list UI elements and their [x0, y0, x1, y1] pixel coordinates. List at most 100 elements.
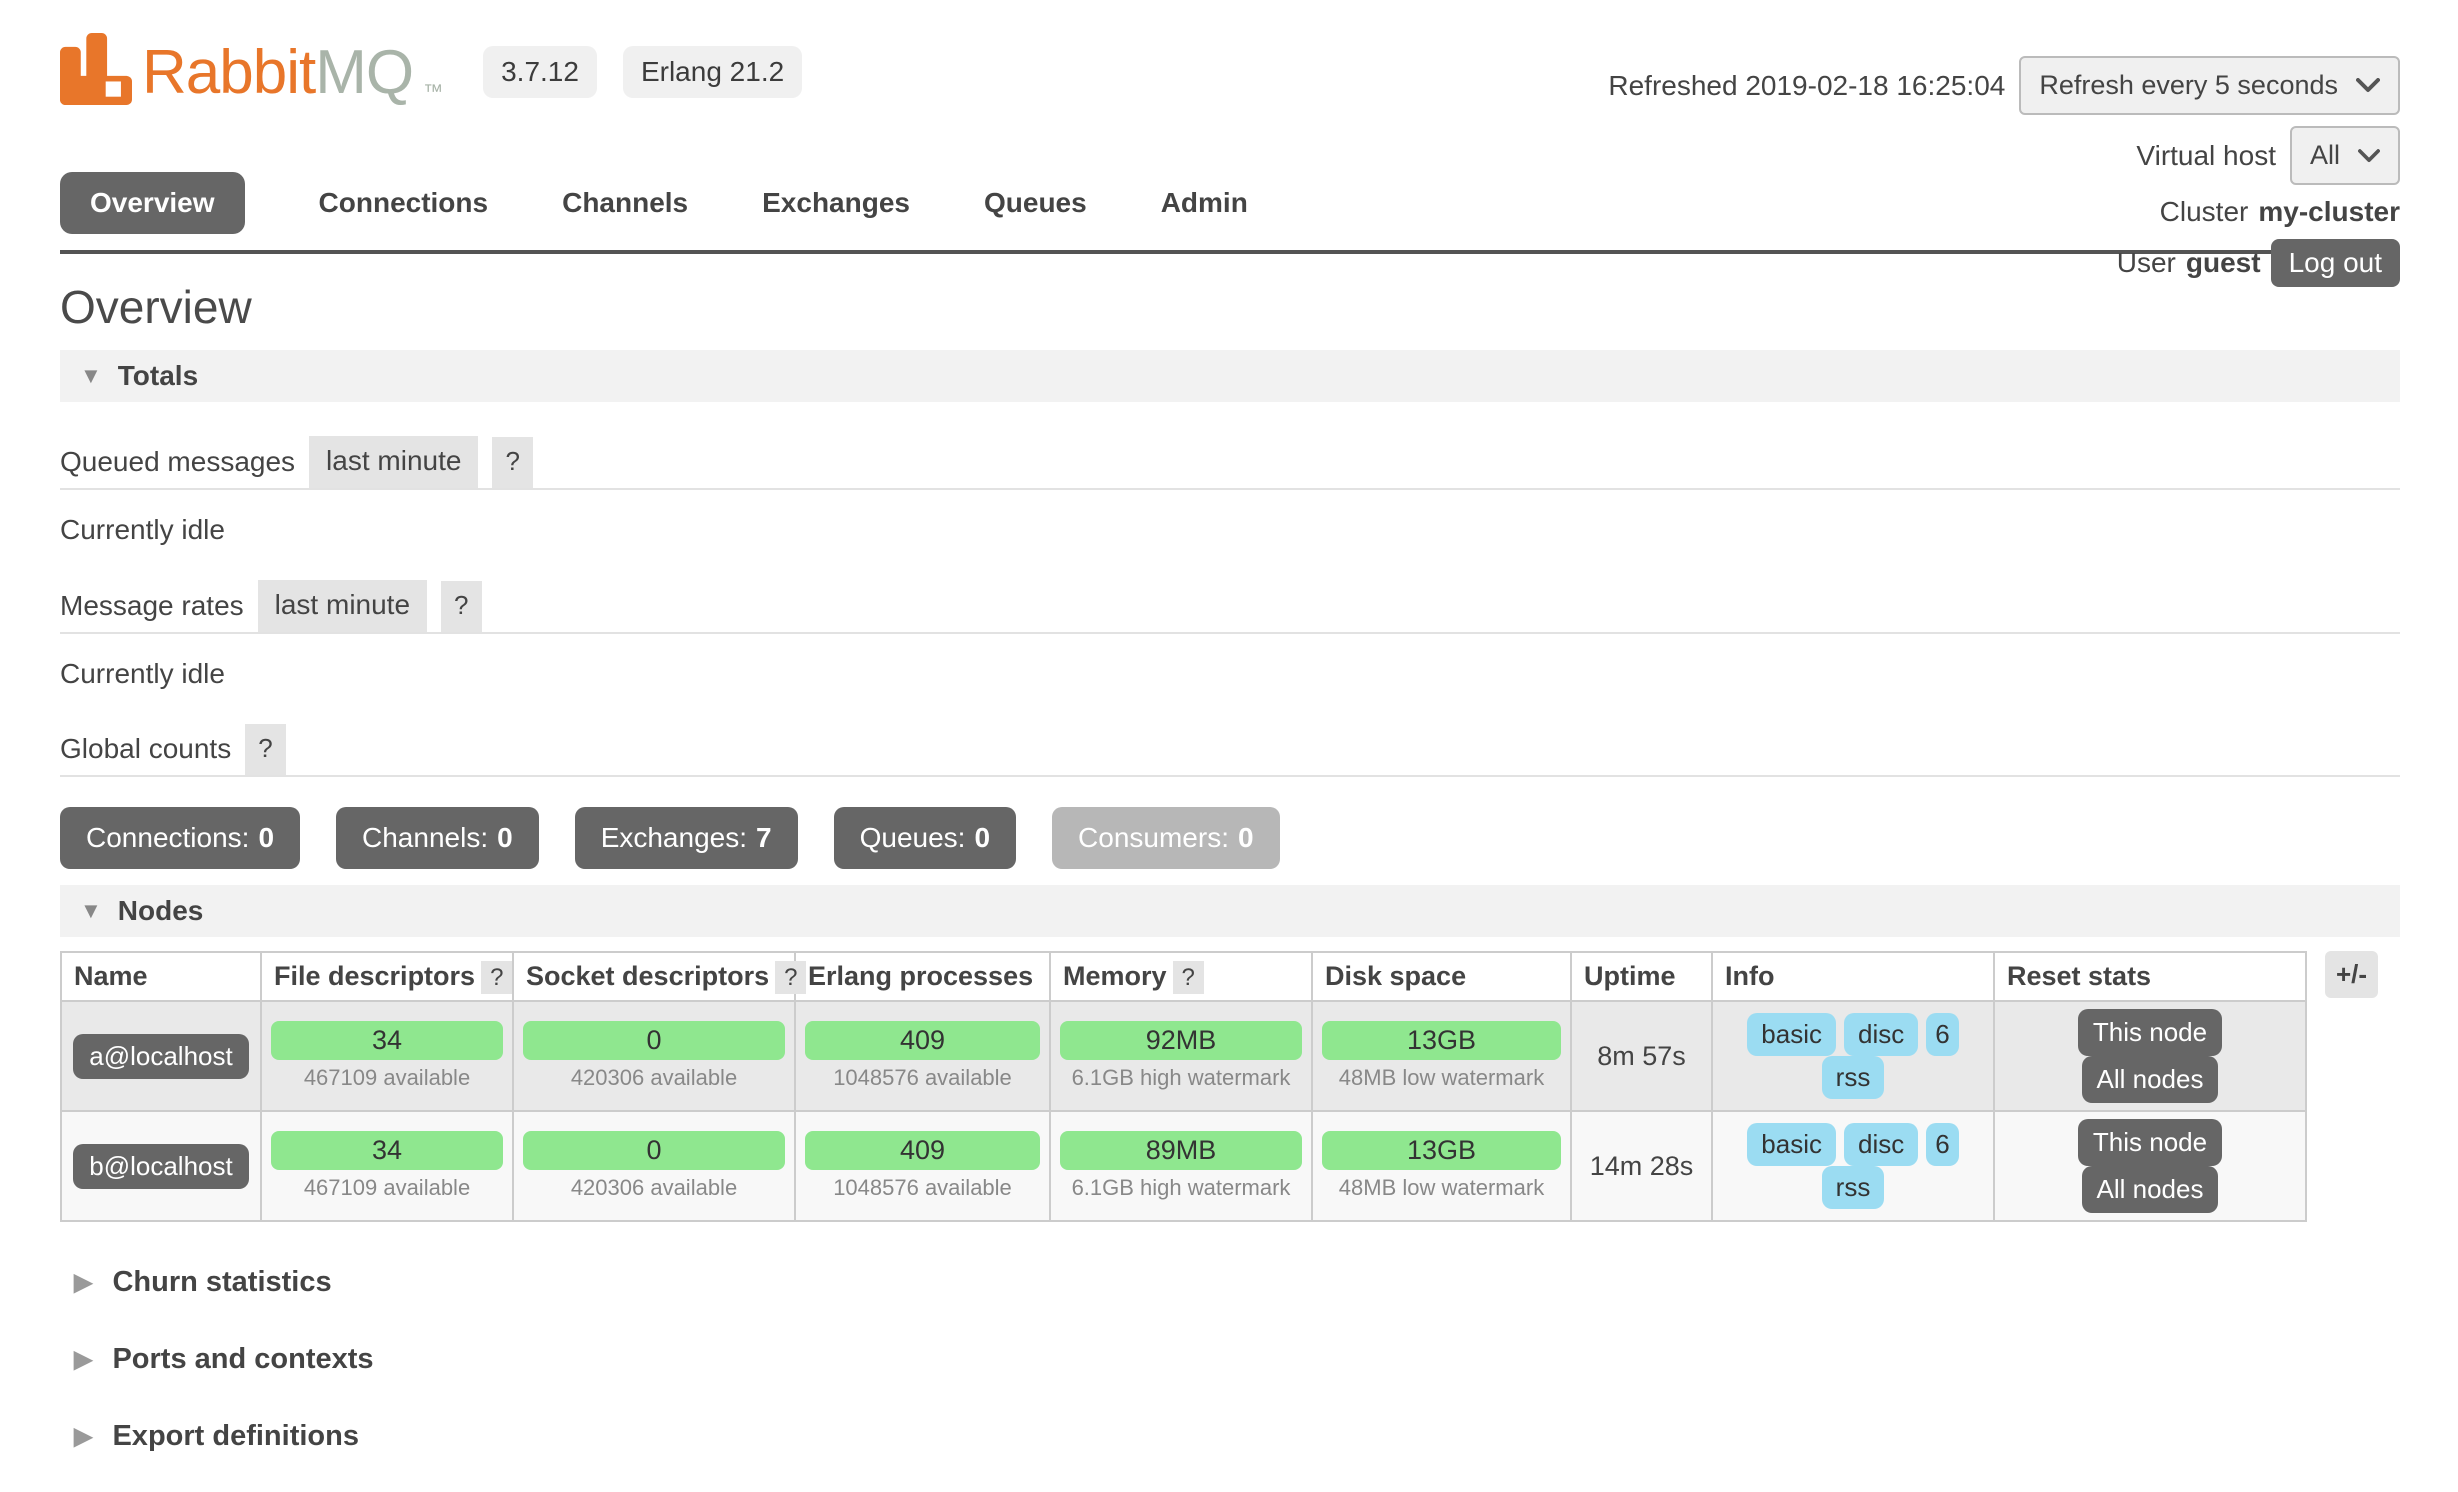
- file-descriptors-cell: 34467109 available: [261, 1001, 513, 1111]
- erlang-processes-cell: 4091048576 available: [795, 1001, 1050, 1111]
- column-header-info: Info: [1712, 952, 1994, 1001]
- uptime-cell: 8m 57s: [1571, 1001, 1712, 1111]
- channels-count-button[interactable]: Channels:0: [336, 807, 539, 869]
- nodes-section-header[interactable]: ▼ Nodes: [60, 885, 2400, 937]
- cluster-name: my-cluster: [2258, 196, 2400, 228]
- totals-section-title: Totals: [118, 360, 198, 392]
- message-rates-range-tab[interactable]: last minute: [258, 580, 427, 632]
- disk-space-cell: 13GB48MB low watermark: [1312, 1111, 1571, 1221]
- tab-connections[interactable]: Connections: [319, 187, 489, 219]
- column-header-reset-stats: Reset stats: [1994, 952, 2306, 1001]
- virtual-host-value: All: [2310, 140, 2340, 171]
- user-row: User guest Log out: [2117, 239, 2400, 287]
- reset-all-nodes-button[interactable]: All nodes: [2082, 1166, 2219, 1213]
- refresh-interval-select[interactable]: Refresh every 5 seconds: [2019, 56, 2400, 115]
- totals-section-header[interactable]: ▼ Totals: [60, 350, 2400, 402]
- refresh-interval-value: Refresh every 5 seconds: [2039, 70, 2338, 101]
- queued-messages-label: Queued messages: [60, 446, 295, 488]
- tab-admin[interactable]: Admin: [1161, 187, 1248, 219]
- global-counts-help-icon[interactable]: ?: [245, 724, 285, 775]
- queued-messages-help-icon[interactable]: ?: [492, 437, 532, 488]
- triangle-right-icon: ▶: [74, 1268, 92, 1297]
- triangle-right-icon: ▶: [74, 1422, 92, 1451]
- nodes-table: Name File descriptors? Socket descriptor…: [60, 951, 2307, 1222]
- nodes-table-wrap: Name File descriptors? Socket descriptor…: [60, 951, 2400, 1222]
- brand-wordmark: RabbitMQ: [142, 37, 413, 108]
- reset-all-nodes-button[interactable]: All nodes: [2082, 1056, 2219, 1103]
- connections-count-button[interactable]: Connections:0: [60, 807, 300, 869]
- disk-space-gauge: 13GB: [1322, 1021, 1561, 1060]
- reset-this-node-button[interactable]: This node: [2078, 1009, 2222, 1056]
- trademark-symbol: ™: [423, 81, 443, 104]
- triangle-down-icon: ▼: [80, 898, 102, 924]
- socket-descriptors-gauge: 0: [523, 1021, 785, 1060]
- file-descriptors-help-icon[interactable]: ?: [481, 961, 512, 994]
- info-badge-rss: rss: [1822, 1166, 1885, 1209]
- column-header-name: Name: [61, 952, 261, 1001]
- info-badge-stats-level: 6: [1926, 1013, 1958, 1056]
- nodes-table-header-row: Name File descriptors? Socket descriptor…: [61, 952, 2306, 1001]
- node-row-b: b@localhost 34467109 available 0420306 a…: [61, 1111, 2306, 1221]
- cluster-label: Cluster: [2160, 196, 2249, 228]
- node-name-cell: a@localhost: [61, 1001, 261, 1111]
- ports-and-contexts-section-header[interactable]: ▶ Ports and contexts: [60, 1343, 2400, 1376]
- chevron-down-icon: [2356, 70, 2380, 101]
- memory-gauge: 89MB: [1060, 1131, 1302, 1170]
- logout-button[interactable]: Log out: [2271, 239, 2400, 287]
- triangle-right-icon: ▶: [74, 1345, 92, 1374]
- info-badge-basic: basic: [1747, 1123, 1836, 1166]
- memory-gauge: 92MB: [1060, 1021, 1302, 1060]
- reset-stats-cell: This nodeAll nodes: [1994, 1001, 2306, 1111]
- erlang-processes-gauge: 409: [805, 1021, 1040, 1060]
- refreshed-timestamp: Refreshed 2019-02-18 16:25:04: [1608, 70, 2005, 102]
- cluster-row: Cluster my-cluster: [2160, 196, 2400, 228]
- queued-messages-range-tab[interactable]: last minute: [309, 436, 478, 488]
- global-counts-header: Global counts ?: [60, 724, 2400, 777]
- file-descriptors-gauge: 34: [271, 1021, 503, 1060]
- column-header-memory: Memory?: [1050, 952, 1312, 1001]
- page-title: Overview: [60, 280, 2400, 334]
- file-descriptors-cell: 34467109 available: [261, 1111, 513, 1221]
- column-header-file-descriptors: File descriptors?: [261, 952, 513, 1001]
- memory-help-icon[interactable]: ?: [1173, 961, 1204, 994]
- churn-statistics-section-header[interactable]: ▶ Churn statistics: [60, 1266, 2400, 1299]
- message-rates-label: Message rates: [60, 590, 244, 632]
- info-cell: basicdisc6rss: [1712, 1111, 1994, 1221]
- erlang-processes-cell: 4091048576 available: [795, 1111, 1050, 1221]
- rabbitmq-logo[interactable]: RabbitMQ ™: [60, 33, 443, 112]
- columns-toggle-button[interactable]: +/-: [2325, 951, 2378, 998]
- message-rates-help-icon[interactable]: ?: [441, 581, 481, 632]
- erlang-processes-gauge: 409: [805, 1131, 1040, 1170]
- reset-stats-cell: This nodeAll nodes: [1994, 1111, 2306, 1221]
- rabbitmq-logo-icon: [60, 33, 132, 112]
- uptime-cell: 14m 28s: [1571, 1111, 1712, 1221]
- queues-count-button[interactable]: Queues:0: [834, 807, 1016, 869]
- tab-overview[interactable]: Overview: [60, 172, 245, 234]
- info-badge-stats-level: 6: [1926, 1123, 1958, 1166]
- info-badge-rss: rss: [1822, 1056, 1885, 1099]
- tab-queues[interactable]: Queues: [984, 187, 1087, 219]
- rabbitmq-version-badge: 3.7.12: [483, 46, 597, 98]
- socket-descriptors-cell: 0420306 available: [513, 1111, 795, 1221]
- exchanges-count-button[interactable]: Exchanges:7: [575, 807, 798, 869]
- message-rates-idle-text: Currently idle: [60, 658, 2400, 690]
- consumers-count-button[interactable]: Consumers:0: [1052, 807, 1280, 869]
- column-header-socket-descriptors: Socket descriptors?: [513, 952, 795, 1001]
- socket-descriptors-help-icon[interactable]: ?: [775, 961, 806, 994]
- memory-cell: 92MB6.1GB high watermark: [1050, 1001, 1312, 1111]
- column-header-disk-space: Disk space: [1312, 952, 1571, 1001]
- node-name-badge: b@localhost: [73, 1144, 248, 1189]
- tab-channels[interactable]: Channels: [562, 187, 688, 219]
- socket-descriptors-cell: 0420306 available: [513, 1001, 795, 1111]
- user-label: User: [2117, 247, 2176, 279]
- virtual-host-label: Virtual host: [2136, 140, 2276, 172]
- memory-cell: 89MB6.1GB high watermark: [1050, 1111, 1312, 1221]
- virtual-host-row: Virtual host All: [2136, 126, 2400, 185]
- tab-exchanges[interactable]: Exchanges: [762, 187, 910, 219]
- virtual-host-select[interactable]: All: [2290, 126, 2400, 185]
- reset-this-node-button[interactable]: This node: [2078, 1119, 2222, 1166]
- export-definitions-section-header[interactable]: ▶ Export definitions: [60, 1420, 2400, 1453]
- info-cell: basicdisc6rss: [1712, 1001, 1994, 1111]
- erlang-version-badge: Erlang 21.2: [623, 46, 802, 98]
- disk-space-gauge: 13GB: [1322, 1131, 1561, 1170]
